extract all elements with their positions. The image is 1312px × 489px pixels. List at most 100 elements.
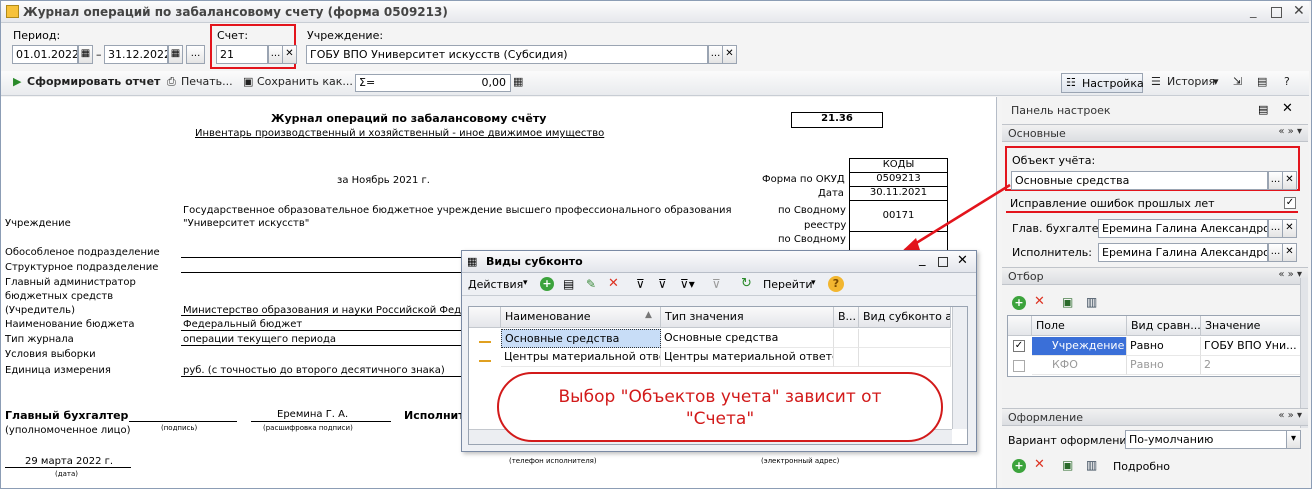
design-section-header[interactable]: Оформление « » ▾: [1002, 408, 1308, 426]
account-field[interactable]: 21: [216, 45, 268, 64]
sum-field[interactable]: Σ= 0,00: [355, 74, 511, 92]
add-design-icon[interactable]: +: [1012, 459, 1026, 473]
period-select-button[interactable]: ...: [186, 45, 205, 64]
filter-row-value[interactable]: ГОБУ ВПО Уни...: [1201, 337, 1301, 356]
grid-row-name[interactable]: Центры материальной ответс...: [501, 348, 661, 367]
dialog-minimize-icon[interactable]: _: [919, 252, 926, 267]
grid-row-b[interactable]: [834, 329, 859, 348]
filter-row-compare[interactable]: Равно: [1127, 337, 1201, 356]
refresh-icon[interactable]: ↻: [741, 276, 752, 291]
grid-row-type[interactable]: Основные средства: [661, 329, 834, 348]
basic-section-header[interactable]: Основные « » ▾: [1002, 124, 1308, 142]
executor-clear-icon[interactable]: ✕: [1282, 243, 1297, 262]
grid-vscroll[interactable]: [952, 307, 967, 429]
sign-date: 29 марта 2022 г.: [25, 456, 114, 467]
filter-row-field[interactable]: КФО: [1032, 356, 1127, 375]
group-icon[interactable]: ▣: [1062, 295, 1073, 309]
filter-value-icon[interactable]: ⊽: [658, 277, 667, 291]
grid-row-name[interactable]: Основные средства: [501, 329, 661, 348]
filter-row-compare[interactable]: Равно: [1127, 356, 1201, 375]
filter-col-field[interactable]: Поле: [1032, 316, 1127, 336]
dialog-delete-icon[interactable]: ✕: [608, 276, 619, 291]
calculator-icon[interactable]: ▦: [513, 75, 523, 88]
grid-row-type[interactable]: Центры материальной ответс...: [661, 348, 834, 367]
variant-select[interactable]: По-умолчанию: [1125, 430, 1287, 449]
filter-col-value[interactable]: Значение: [1201, 316, 1301, 336]
dialog-help-icon[interactable]: ?: [828, 276, 844, 292]
institution-clear-icon[interactable]: ✕: [722, 45, 737, 64]
section-collapse-icon[interactable]: « » ▾: [1278, 269, 1302, 280]
minimize-icon[interactable]: _: [1250, 4, 1257, 19]
institution-field[interactable]: ГОБУ ВПО Университет искусств (Субсидия): [306, 45, 708, 64]
grid-row-kind[interactable]: [859, 329, 951, 348]
date-from-field[interactable]: 01.01.2022: [12, 45, 78, 64]
settings-button[interactable]: ☷ Настройка: [1061, 73, 1144, 93]
object-clear-icon[interactable]: ✕: [1282, 171, 1297, 190]
grid-row-kind[interactable]: [859, 348, 951, 367]
account-clear-icon[interactable]: ✕: [282, 45, 297, 64]
filter-list-icon[interactable]: ⊽▾: [680, 277, 695, 291]
panel-scrollbar[interactable]: [1300, 278, 1308, 428]
export-icon[interactable]: ⇲: [1233, 75, 1242, 88]
save-as-button[interactable]: Сохранить как...: [257, 75, 353, 88]
calendar-to-icon[interactable]: ▦: [168, 45, 183, 64]
chief-select-button[interactable]: ...: [1268, 219, 1283, 238]
close-icon[interactable]: ✕: [1293, 3, 1305, 19]
delete-filter-icon[interactable]: ✕: [1034, 294, 1045, 309]
add-filter-icon[interactable]: +: [1012, 296, 1026, 310]
executor-field[interactable]: Еремина Галина Александровна: [1098, 243, 1268, 262]
save-settings-icon[interactable]: ▤: [1257, 75, 1267, 88]
filter-row-checkbox[interactable]: ✓: [1013, 340, 1025, 352]
help-icon[interactable]: ?: [1284, 75, 1290, 88]
dialog-copy-icon[interactable]: ▤: [563, 277, 574, 291]
filter-col-compare[interactable]: Вид сравн...: [1127, 316, 1201, 336]
copy-design-icon[interactable]: ▥: [1086, 458, 1097, 472]
filter-icon[interactable]: ⊽: [636, 277, 645, 291]
print-button[interactable]: Печать...: [181, 75, 233, 88]
grid-col-name[interactable]: Наименование ▲: [501, 307, 661, 328]
goto-dropdown-icon[interactable]: ▾: [811, 278, 816, 288]
generate-report-button[interactable]: Сформировать отчет: [27, 75, 160, 88]
maximize-icon[interactable]: [1271, 7, 1282, 18]
group-design-icon[interactable]: ▣: [1062, 458, 1073, 472]
actions-dropdown-icon[interactable]: ▾: [523, 278, 528, 288]
calendar-from-icon[interactable]: ▦: [78, 45, 93, 64]
grid-row-b[interactable]: [834, 348, 859, 367]
copy-icon[interactable]: ▥: [1086, 295, 1097, 309]
fix-errors-checkbox[interactable]: ✓: [1284, 197, 1296, 209]
history-button[interactable]: История: [1167, 75, 1215, 88]
variant-dropdown-icon[interactable]: ▾: [1286, 430, 1301, 449]
more-link[interactable]: Подробно: [1113, 460, 1170, 473]
dialog-edit-icon[interactable]: ✎: [586, 277, 596, 291]
clear-filter-icon[interactable]: ⊽: [712, 277, 721, 291]
dialog-title: Виды субконто: [486, 255, 583, 268]
account-select-button[interactable]: ...: [268, 45, 283, 64]
grid-col-kind[interactable]: Вид субконто ан...: [859, 307, 951, 328]
filter-row-checkbox[interactable]: [1013, 360, 1025, 372]
executor-select-button[interactable]: ...: [1268, 243, 1283, 262]
grid-col-type[interactable]: Тип значения: [661, 307, 834, 328]
history-dropdown-icon[interactable]: ▾: [1213, 75, 1219, 88]
object-select-button[interactable]: ...: [1268, 171, 1283, 190]
dialog-close-icon[interactable]: ✕: [957, 253, 968, 268]
date-to-field[interactable]: 31.12.2022: [104, 45, 168, 64]
delete-design-icon[interactable]: ✕: [1034, 457, 1045, 472]
panel-settings-icon[interactable]: ▤: [1258, 103, 1268, 116]
chief-clear-icon[interactable]: ✕: [1282, 219, 1297, 238]
actions-menu[interactable]: Действия: [468, 278, 523, 291]
institution-select-button[interactable]: ...: [708, 45, 723, 64]
dialog-add-icon[interactable]: +: [540, 277, 554, 291]
grid-col-b[interactable]: В...: [834, 307, 859, 328]
dialog-maximize-icon[interactable]: [938, 257, 948, 267]
report-row-value: руб. (с точностью до второго десятичного…: [183, 365, 445, 376]
object-field[interactable]: Основные средства: [1011, 171, 1268, 190]
filter-row-field[interactable]: Учреждение: [1032, 337, 1127, 356]
panel-close-icon[interactable]: ✕: [1282, 101, 1293, 116]
chief-accountant-field[interactable]: Еремина Галина Александровна: [1098, 219, 1268, 238]
dialog-titlebar[interactable]: ▦ Виды субконто _ ✕: [462, 251, 976, 273]
goto-menu[interactable]: Перейти: [763, 278, 813, 291]
section-collapse-icon[interactable]: « » ▾: [1278, 126, 1302, 137]
section-collapse-icon[interactable]: « » ▾: [1278, 410, 1302, 421]
filter-row-value[interactable]: 2: [1201, 356, 1301, 375]
filter-section-header[interactable]: Отбор « » ▾: [1002, 267, 1308, 285]
